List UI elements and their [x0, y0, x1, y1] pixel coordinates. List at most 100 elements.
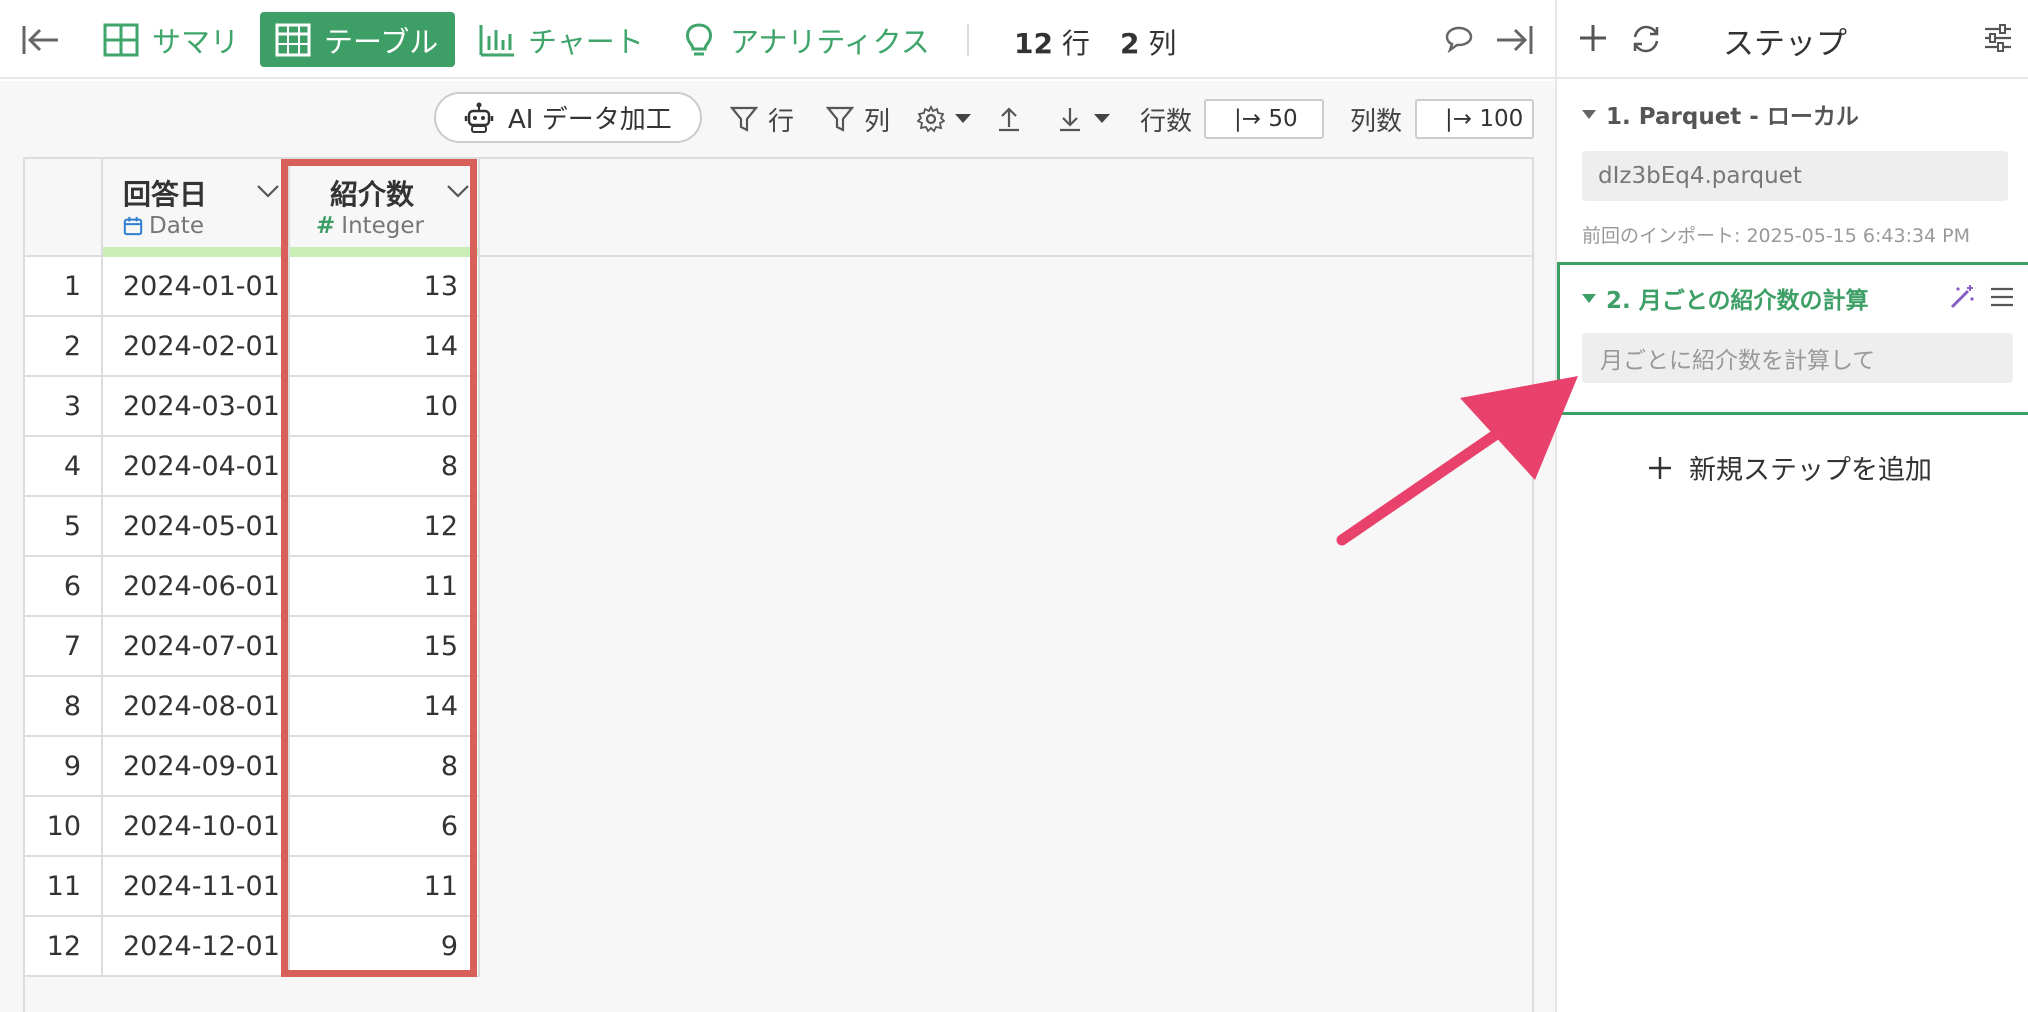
cols-limit-input[interactable]: |→ 100: [1415, 99, 1534, 139]
tab-analytics[interactable]: アナリティクス: [666, 12, 944, 67]
step-1-title: 1. Parquet - ローカル: [1606, 104, 1859, 130]
steps-panel: ステップ 1. Parquet - ローカル dIz3bEq4.parquet …: [1555, 0, 2028, 1012]
step-1-import-time: 前回のインポート: 2025-05-15 6:43:34 PM: [1582, 225, 1971, 247]
table-row[interactable]: 9 2024-09-01 8: [25, 737, 1532, 797]
table-row[interactable]: 2 2024-02-01 14: [25, 317, 1532, 377]
tab-summary[interactable]: サマリ: [88, 12, 253, 67]
column-type-label: Date: [149, 213, 204, 239]
hamburger-menu-icon[interactable]: [1988, 283, 2016, 311]
cols-limit-label: 列数: [1350, 99, 1402, 139]
row-index: 4: [25, 437, 103, 497]
date-cell[interactable]: 2024-09-01: [103, 737, 290, 797]
download-icon: [1060, 108, 1080, 132]
table-row[interactable]: 7 2024-07-01 15: [25, 617, 1532, 677]
tab-summary-label: サマリ: [152, 24, 240, 59]
tab-chart-label: チャート: [528, 24, 644, 59]
caret-down-icon: [1094, 114, 1110, 123]
date-cell[interactable]: 2024-10-01: [103, 797, 290, 857]
steps-panel-header: ステップ: [1557, 0, 2028, 79]
row-index: 7: [25, 617, 103, 677]
table-row[interactable]: 12 2024-12-01 9: [25, 917, 1532, 977]
step-2-card[interactable]: 2. 月ごとの紹介数の計算 月ごとに紹介数を計算して: [1557, 262, 2028, 415]
column-type: Date: [123, 213, 204, 239]
annotation-arrow: [1336, 376, 1578, 546]
row-index: 2: [25, 317, 103, 377]
rows-limit-text: 行数: [1140, 106, 1193, 137]
add-step-button[interactable]: 新規ステップを追加: [1647, 448, 1932, 487]
gear-icon: [917, 105, 945, 133]
date-cell[interactable]: 2024-02-01: [103, 317, 290, 377]
table-area: 回答日 Date 紹介数 # Integer 1 2024-01-01 13 2…: [0, 157, 1555, 1012]
app-window: サマリ テーブル チャート アナリティクス 12 行 2 列 AI データ加工 …: [0, 0, 2028, 1012]
caret-down-icon: [955, 114, 971, 123]
rows-limit-input[interactable]: |→ 50: [1204, 99, 1324, 139]
table-row[interactable]: 8 2024-08-01 14: [25, 677, 1532, 737]
collapse-left-icon[interactable]: [20, 22, 60, 58]
date-cell[interactable]: 2024-04-01: [103, 437, 290, 497]
table-row[interactable]: 4 2024-04-01 8: [25, 437, 1532, 497]
plus-icon[interactable]: [1577, 22, 1609, 54]
table-row[interactable]: 11 2024-11-01 11: [25, 857, 1532, 917]
ai-data-processing-button[interactable]: AI データ加工: [434, 92, 702, 143]
rows-limit-value: |→ 50: [1234, 106, 1298, 132]
table-icon: [275, 23, 311, 56]
tab-table-label: テーブル: [324, 24, 439, 59]
collapse-right-icon[interactable]: [1495, 22, 1535, 58]
table-row[interactable]: 6 2024-06-01 11: [25, 557, 1532, 617]
column-count-value: 2: [1120, 27, 1140, 60]
column-count: 2 列: [1120, 22, 1176, 62]
chevron-down-icon[interactable]: [256, 183, 280, 199]
cols-limit-text: 列数: [1350, 106, 1403, 137]
upload-icon: [999, 107, 1019, 132]
date-cell[interactable]: 2024-07-01: [103, 617, 290, 677]
row-count-value: 12: [1014, 27, 1053, 60]
date-cell[interactable]: 2024-12-01: [103, 917, 290, 977]
filter-columns-button[interactable]: 列: [826, 99, 890, 139]
column-header-date[interactable]: 回答日 Date: [103, 159, 290, 257]
date-cell[interactable]: 2024-01-01: [103, 257, 290, 317]
upload-button[interactable]: [995, 99, 1023, 139]
column-count-unit: 列: [1148, 27, 1177, 60]
column-highlight-box: [281, 159, 477, 977]
table-row[interactable]: 1 2024-01-01 13: [25, 257, 1532, 317]
step-2-header[interactable]: 2. 月ごとの紹介数の計算: [1582, 281, 1869, 315]
date-cell[interactable]: 2024-06-01: [103, 557, 290, 617]
settings-dropdown[interactable]: [917, 99, 971, 139]
step-1-header[interactable]: 1. Parquet - ローカル: [1582, 97, 1859, 131]
date-cell[interactable]: 2024-08-01: [103, 677, 290, 737]
filter-icon: [730, 106, 758, 132]
sliders-icon[interactable]: [1982, 22, 2014, 54]
filter-rows-button[interactable]: 行: [730, 99, 794, 139]
tab-chart[interactable]: チャート: [464, 12, 658, 67]
robot-icon: [464, 102, 494, 133]
magic-wand-icon[interactable]: [1948, 283, 1976, 311]
date-cell[interactable]: 2024-11-01: [103, 857, 290, 917]
column-name: 回答日: [123, 178, 208, 211]
row-index: 12: [25, 917, 103, 977]
step-2-prompt-input[interactable]: 月ごとに紹介数を計算して: [1582, 333, 2013, 383]
table-row[interactable]: 10 2024-10-01 6: [25, 797, 1532, 857]
steps-panel-title: ステップ: [1723, 26, 1847, 62]
table-row[interactable]: 5 2024-05-01 12: [25, 497, 1532, 557]
filter-icon: [826, 106, 854, 132]
date-cell[interactable]: 2024-03-01: [103, 377, 290, 437]
step-1-file-field[interactable]: dIz3bEq4.parquet: [1582, 151, 2008, 201]
row-index: 11: [25, 857, 103, 917]
cols-limit-value: |→ 100: [1445, 106, 1524, 132]
comment-icon[interactable]: [1444, 24, 1474, 54]
date-cell[interactable]: 2024-05-01: [103, 497, 290, 557]
grid-header: 回答日 Date 紹介数 # Integer: [25, 159, 1532, 257]
table-row[interactable]: 3 2024-03-01 10: [25, 377, 1532, 437]
row-index: 5: [25, 497, 103, 557]
row-index-header: [25, 159, 103, 257]
plus-icon: [1649, 456, 1671, 479]
download-dropdown[interactable]: [1056, 99, 1110, 139]
add-step-label: 新規ステップを追加: [1689, 455, 1932, 486]
lightbulb-icon: [686, 22, 712, 55]
data-grid: 回答日 Date 紹介数 # Integer 1 2024-01-01 13 2…: [23, 157, 1534, 1012]
refresh-icon[interactable]: [1629, 22, 1663, 56]
filter-rows-label: 行: [768, 106, 795, 137]
top-bar: サマリ テーブル チャート アナリティクス 12 行 2 列: [0, 0, 1555, 79]
row-index: 8: [25, 677, 103, 737]
tab-table[interactable]: テーブル: [260, 12, 455, 67]
